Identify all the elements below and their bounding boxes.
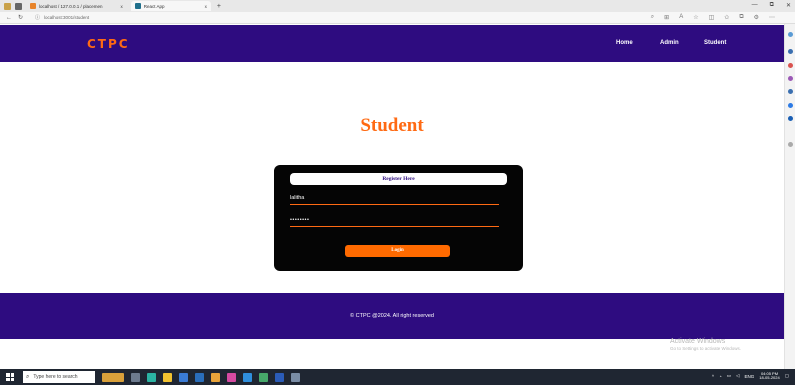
minimize-button[interactable]: — <box>752 2 758 9</box>
split-screen-icon[interactable]: ◫ <box>709 14 715 21</box>
profile-icon[interactable] <box>4 2 11 10</box>
show-hidden-icons-icon[interactable]: ^ <box>712 374 714 379</box>
phpmyadmin-favicon-icon <box>30 3 36 9</box>
copilot-icon[interactable] <box>788 49 793 54</box>
browser-tab-bar: localhost / 127.0.0.1 / placemen x React… <box>0 0 795 12</box>
register-button[interactable]: Register Here <box>290 173 507 185</box>
nav-link-admin[interactable]: Admin <box>660 40 679 46</box>
more-icon[interactable]: ⋯ <box>769 14 775 21</box>
tab-label: localhost / 127.0.0.1 / placemen <box>39 3 103 9</box>
add-sidebar-icon[interactable] <box>788 142 793 147</box>
restore-button[interactable]: ⧉ <box>770 2 774 9</box>
extensions-icon[interactable]: ⚙ <box>754 14 759 21</box>
edge-icon[interactable] <box>147 372 156 382</box>
nav-link-student[interactable]: Student <box>704 40 726 46</box>
games-icon[interactable] <box>788 89 793 94</box>
copyright-text: © CTPC @2024. All right reserved <box>350 313 434 319</box>
vscode-icon[interactable] <box>243 372 252 382</box>
close-tab-icon[interactable]: x <box>121 4 123 9</box>
tab-label: React App <box>143 3 165 9</box>
network-icon[interactable]: ◔ <box>719 374 722 379</box>
address-bar: ← ↻ ⓘ localhost:3001/student ⌕ ⊞ A ☆ ◫ ✩… <box>0 12 795 24</box>
apps-icon[interactable]: ⊞ <box>664 14 669 21</box>
taskbar-search[interactable]: ⌕ Type here to search <box>23 371 95 383</box>
language-indicator[interactable]: ENG <box>745 374 755 379</box>
react-favicon-icon <box>134 3 141 9</box>
terminal-icon[interactable] <box>227 372 236 382</box>
chrome-icon[interactable] <box>211 372 220 382</box>
tools-icon[interactable] <box>788 76 793 81</box>
search-placeholder: Type here to search <box>33 374 78 380</box>
volume-icon[interactable]: ◁ <box>736 373 739 379</box>
clock[interactable]: 04:05 PM 18-05-2024 <box>759 371 780 381</box>
task-view-icon[interactable] <box>131 372 140 382</box>
calculator-icon[interactable] <box>291 372 300 382</box>
search-icon: ⌕ <box>26 373 30 380</box>
back-icon[interactable]: ← <box>6 15 12 21</box>
windows-taskbar: ⌕ Type here to search ^ ◔ ▭ ◁ ENG 04:05 … <box>0 369 795 385</box>
search-icon[interactable] <box>788 32 793 37</box>
site-footer: © CTPC @2024. All right reserved <box>0 293 784 339</box>
windows-start-icon[interactable] <box>6 373 14 381</box>
store-icon[interactable] <box>179 372 188 382</box>
tab-actions-icon[interactable] <box>15 2 22 10</box>
refresh-icon[interactable]: ↻ <box>18 14 23 21</box>
login-button[interactable]: Login <box>345 245 450 257</box>
zoom-icon[interactable]: ⌕ <box>651 14 654 21</box>
screen: localhost / 127.0.0.1 / placemen x React… <box>0 0 795 385</box>
url-text: localhost:3001/student <box>44 15 90 20</box>
page-title: Student <box>360 115 424 136</box>
close-tab-icon[interactable]: x <box>205 4 207 9</box>
url-field[interactable]: ⓘ localhost:3001/student <box>35 14 89 21</box>
system-tray: ^ ◔ ▭ ◁ ENG 04:05 PM 18-05-2024 ▢ <box>712 371 789 381</box>
address-bar-tools: ⌕ ⊞ A ☆ ◫ ✩ ⧉ ⚙ ⋯ <box>651 14 775 21</box>
collections-icon[interactable]: ⧉ <box>739 14 743 21</box>
username-field[interactable]: lalitha <box>290 195 499 205</box>
login-card: Register Here lalitha •••••••• Login <box>274 165 523 271</box>
notepad-icon[interactable] <box>259 372 268 382</box>
password-field[interactable]: •••••••• <box>290 217 499 227</box>
outlook-icon[interactable] <box>788 116 793 121</box>
close-window-button[interactable]: ✕ <box>786 2 791 9</box>
nav-link-home[interactable]: Home <box>616 40 633 46</box>
site-info-icon[interactable]: ⓘ <box>35 14 40 21</box>
site-navbar: CTPC Home Admin Student <box>0 25 784 62</box>
battery-icon[interactable]: ▭ <box>727 373 731 379</box>
favorites-icon[interactable]: ✩ <box>724 14 729 21</box>
tab-phpmyadmin[interactable]: localhost / 127.0.0.1 / placemen x <box>26 1 127 11</box>
tab-react-app[interactable]: React App x <box>130 1 211 11</box>
watermark-subtitle: Go to Settings to activate Windows. <box>670 346 742 352</box>
file-explorer-icon[interactable] <box>163 372 172 382</box>
clock-date: 18-05-2024 <box>759 375 780 381</box>
brand-logo[interactable]: CTPC <box>87 37 130 51</box>
activate-windows-watermark: Activate Windows Go to Settings to activ… <box>670 338 741 352</box>
window-controls: — ⧉ ✕ <box>752 2 791 9</box>
word-icon[interactable] <box>275 372 284 382</box>
mail-icon[interactable] <box>195 372 204 382</box>
browser-sidebar <box>784 24 795 369</box>
favorite-star-icon[interactable]: ☆ <box>693 14 698 21</box>
shopping-icon[interactable] <box>788 63 793 68</box>
news-widget-icon[interactable] <box>102 372 124 382</box>
web-page: CTPC Home Admin Student Student Register… <box>0 25 784 369</box>
read-aloud-icon[interactable]: A <box>679 14 683 21</box>
notifications-icon[interactable]: ▢ <box>785 373 789 379</box>
watermark-title: Activate Windows <box>670 338 726 345</box>
office-icon[interactable] <box>788 103 793 108</box>
new-tab-button[interactable]: + <box>217 3 221 10</box>
